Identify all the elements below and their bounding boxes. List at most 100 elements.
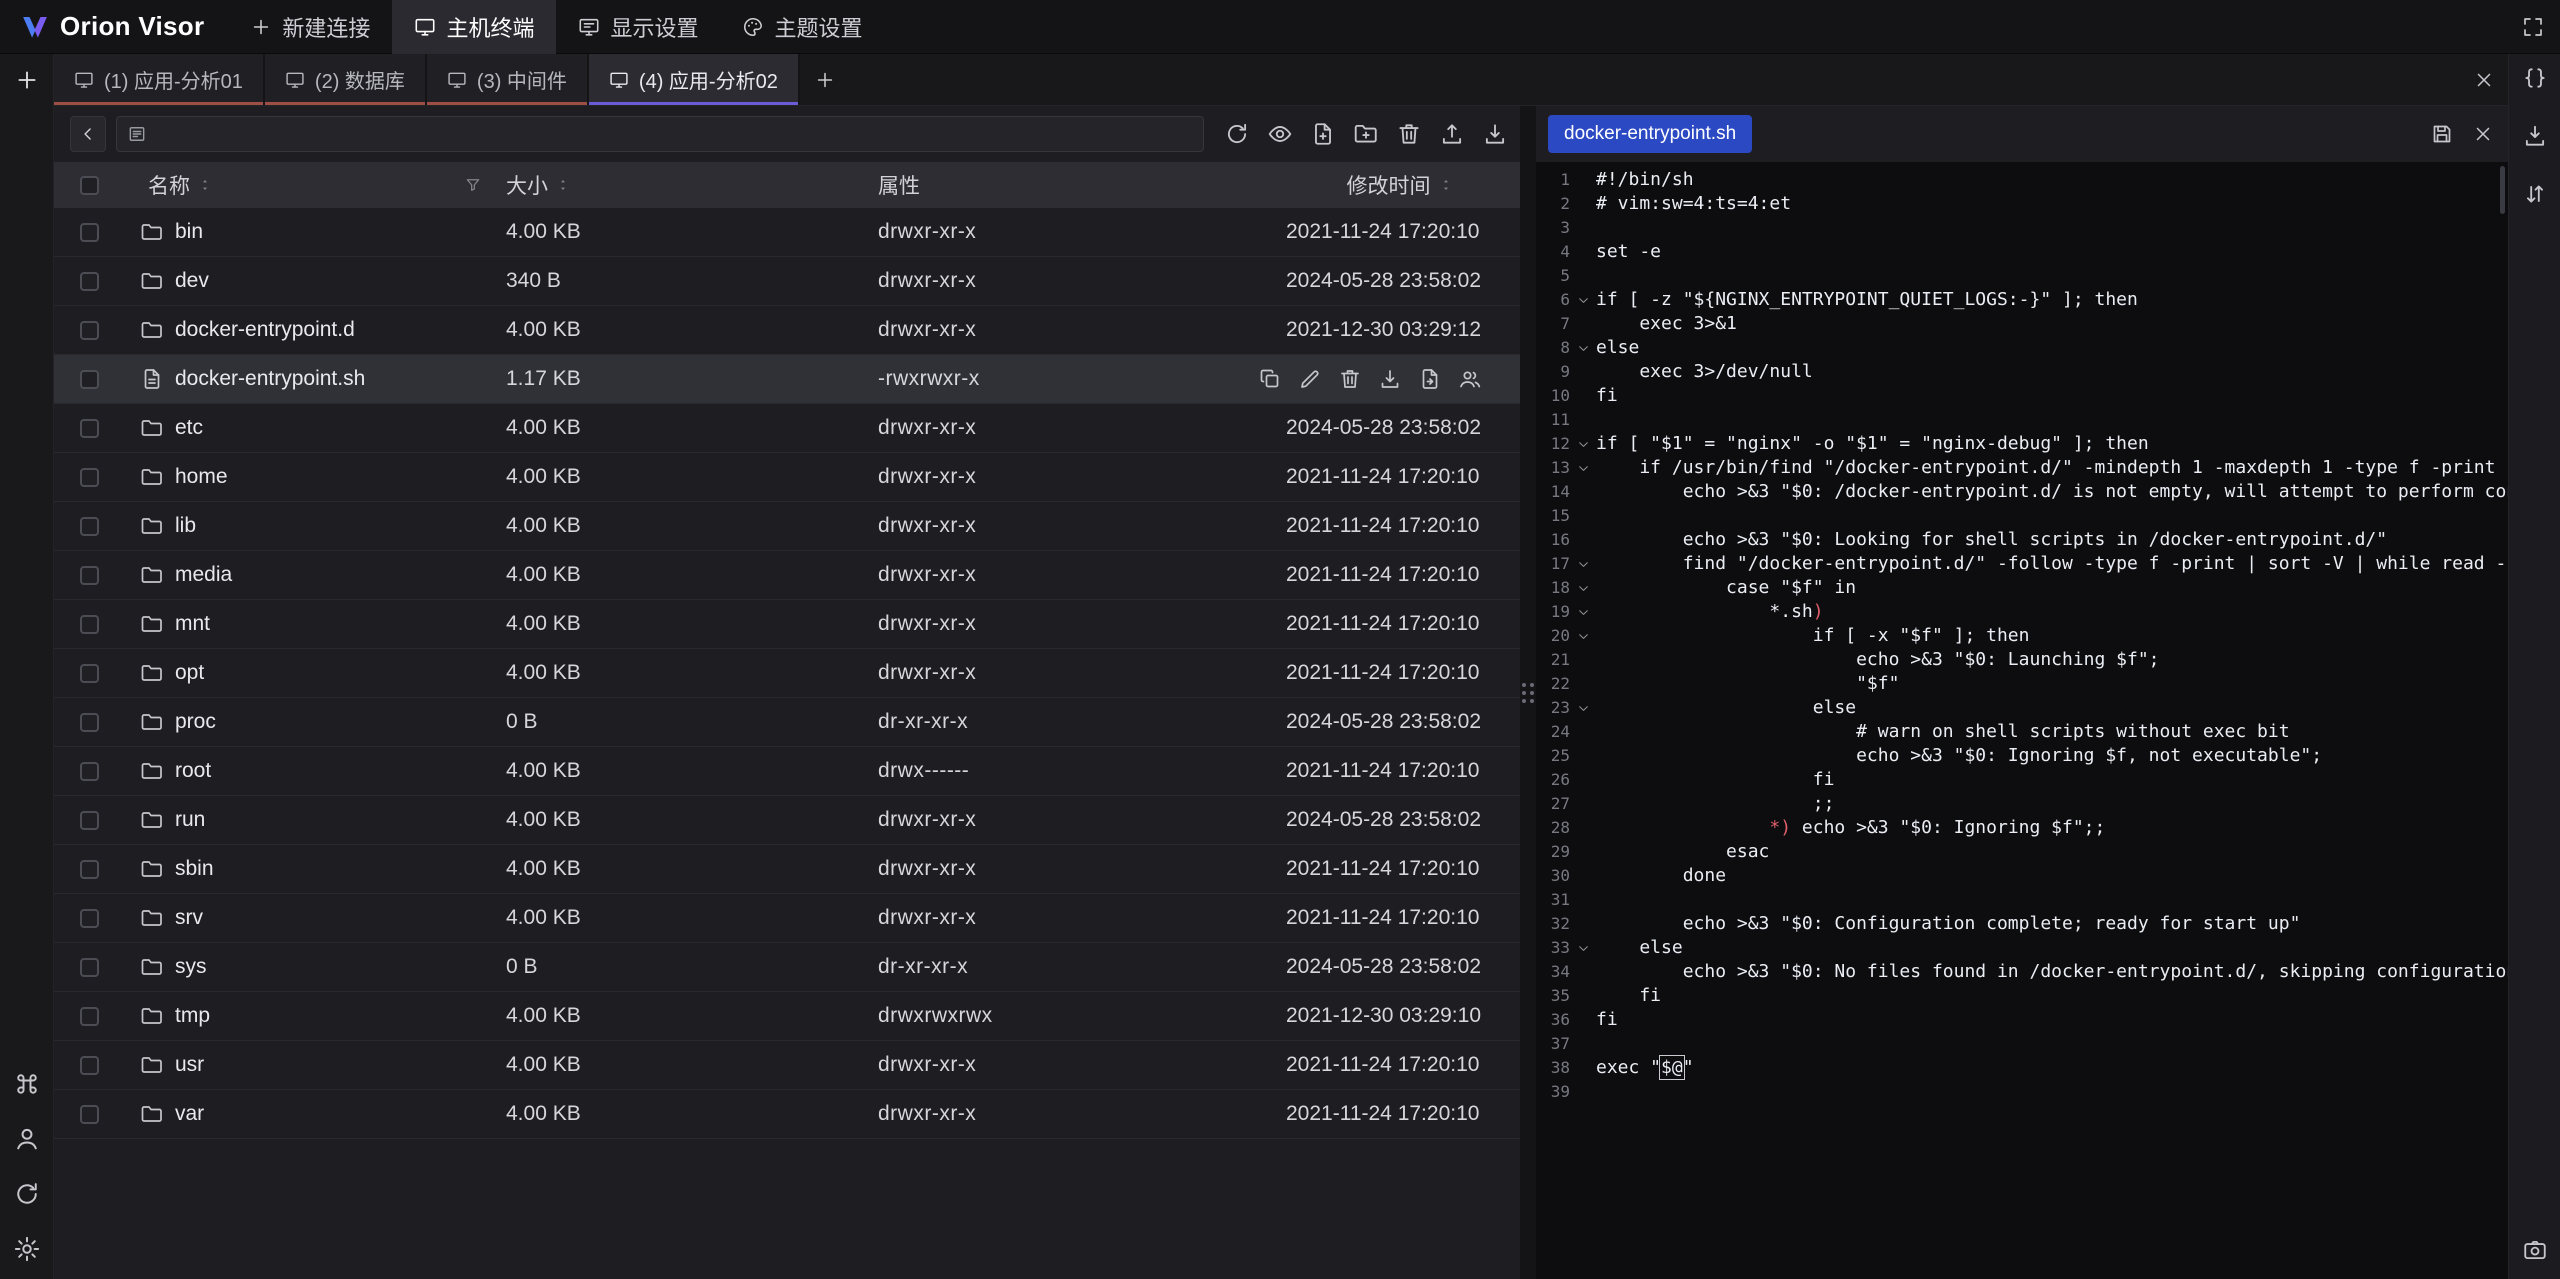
file-row[interactable]: proc 0 B dr-xr-xr-x 2024-05-28 23:58:02 (54, 698, 1520, 747)
path-input[interactable] (116, 116, 1204, 152)
new-terminal-icon[interactable] (14, 67, 40, 93)
edit-icon[interactable] (1298, 367, 1322, 391)
close-editor-icon[interactable] (2472, 123, 2494, 145)
file-row[interactable]: dev 340 B drwxr-xr-x 2024-05-28 23:58:02 (54, 257, 1520, 306)
fold-icon[interactable] (1570, 600, 1596, 624)
row-checkbox[interactable] (80, 1056, 99, 1075)
new-folder-icon[interactable] (1353, 121, 1379, 147)
file-row[interactable]: srv 4.00 KB drwxr-xr-x 2021-11-24 17:20:… (54, 894, 1520, 943)
row-checkbox[interactable] (80, 419, 99, 438)
row-checkbox[interactable] (80, 517, 99, 536)
terminal-tab[interactable]: (4) 应用-分析02 (589, 54, 800, 105)
column-header-mtime[interactable]: 修改时间 (1347, 170, 1431, 200)
sort-size-icon[interactable] (555, 177, 571, 193)
user-icon[interactable] (13, 1125, 41, 1153)
file-row[interactable]: mnt 4.00 KB drwxr-xr-x 2021-11-24 17:20:… (54, 600, 1520, 649)
file-row[interactable]: docker-entrypoint.d 4.00 KB drwxr-xr-x 2… (54, 306, 1520, 355)
editor-file-tab[interactable]: docker-entrypoint.sh (1548, 115, 1752, 153)
file-row[interactable]: lib 4.00 KB drwxr-xr-x 2021-11-24 17:20:… (54, 502, 1520, 551)
row-checkbox[interactable] (80, 909, 99, 928)
sort-name-icon[interactable] (197, 177, 213, 193)
fold-icon[interactable] (1570, 432, 1596, 456)
permission-icon[interactable] (1458, 367, 1482, 391)
upload-icon[interactable] (1439, 121, 1465, 147)
file-row[interactable]: usr 4.00 KB drwxr-xr-x 2021-11-24 17:20:… (54, 1041, 1520, 1090)
fold-icon[interactable] (1570, 288, 1596, 312)
row-checkbox[interactable] (80, 762, 99, 781)
row-checkbox[interactable] (80, 321, 99, 340)
delete-icon[interactable] (1338, 367, 1362, 391)
file-row[interactable]: run 4.00 KB drwxr-xr-x 2024-05-28 23:58:… (54, 796, 1520, 845)
row-checkbox[interactable] (80, 223, 99, 242)
swap-icon[interactable] (2522, 181, 2548, 207)
code-text: else (1596, 336, 1639, 360)
transfer-icon[interactable] (2522, 123, 2548, 149)
file-row[interactable]: media 4.00 KB drwxr-xr-x 2021-11-24 17:2… (54, 551, 1520, 600)
fold-icon[interactable] (1570, 696, 1596, 720)
row-checkbox[interactable] (80, 811, 99, 830)
row-checkbox[interactable] (80, 615, 99, 634)
row-checkbox[interactable] (80, 566, 99, 585)
refresh-icon[interactable] (1224, 121, 1250, 147)
file-row[interactable]: etc 4.00 KB drwxr-xr-x 2024-05-28 23:58:… (54, 404, 1520, 453)
panel-splitter[interactable] (1520, 106, 1536, 1279)
save-icon[interactable] (2430, 122, 2454, 146)
file-row[interactable]: home 4.00 KB drwxr-xr-x 2021-11-24 17:20… (54, 453, 1520, 502)
row-checkbox[interactable] (80, 370, 99, 389)
folder-icon (140, 661, 164, 685)
column-header-name[interactable]: 名称 (148, 170, 190, 200)
column-header-size[interactable]: 大小 (506, 170, 548, 200)
download-icon[interactable] (1378, 367, 1402, 391)
sync-icon[interactable] (13, 1180, 41, 1208)
fullscreen-icon[interactable] (2521, 15, 2545, 39)
eye-icon[interactable] (1267, 121, 1293, 147)
row-checkbox[interactable] (80, 958, 99, 977)
terminal-tab[interactable]: (2) 数据库 (265, 54, 427, 105)
fold-icon[interactable] (1570, 456, 1596, 480)
row-checkbox[interactable] (80, 860, 99, 879)
fold-icon[interactable] (1570, 552, 1596, 576)
row-checkbox[interactable] (80, 713, 99, 732)
file-row[interactable]: root 4.00 KB drwx------ 2021-11-24 17:20… (54, 747, 1520, 796)
file-row[interactable]: sys 0 B dr-xr-xr-x 2024-05-28 23:58:02 (54, 943, 1520, 992)
row-checkbox[interactable] (80, 272, 99, 291)
menu-display-settings[interactable]: 显示设置 (556, 0, 720, 54)
delete-icon[interactable] (1396, 121, 1422, 147)
row-checkbox[interactable] (80, 1105, 99, 1124)
file-attrs: drwxr-xr-x (878, 563, 976, 587)
move-icon[interactable] (1418, 367, 1442, 391)
fold-icon[interactable] (1570, 936, 1596, 960)
braces-icon[interactable] (2522, 65, 2548, 91)
sort-mtime-icon[interactable] (1438, 177, 1454, 193)
file-row[interactable]: tmp 4.00 KB drwxrwxrwx 2021-12-30 03:29:… (54, 992, 1520, 1041)
menu-new-connection[interactable]: 新建连接 (228, 0, 392, 54)
row-checkbox[interactable] (80, 468, 99, 487)
file-row[interactable]: sbin 4.00 KB drwxr-xr-x 2021-11-24 17:20… (54, 845, 1520, 894)
terminal-tab[interactable]: (3) 中间件 (427, 54, 589, 105)
filter-name-icon[interactable] (464, 176, 482, 194)
fold-icon[interactable] (1570, 576, 1596, 600)
select-all-checkbox[interactable] (80, 176, 99, 195)
file-row[interactable]: opt 4.00 KB drwxr-xr-x 2021-11-24 17:20:… (54, 649, 1520, 698)
close-panel-icon[interactable] (2473, 69, 2495, 91)
command-icon[interactable] (13, 1070, 41, 1098)
file-row[interactable]: bin 4.00 KB drwxr-xr-x 2021-11-24 17:20:… (54, 208, 1520, 257)
new-file-icon[interactable] (1310, 121, 1336, 147)
terminal-tab[interactable]: (1) 应用-分析01 (54, 54, 265, 105)
row-checkbox[interactable] (80, 1007, 99, 1026)
new-tab-button[interactable] (800, 54, 850, 105)
file-row[interactable]: docker-entrypoint.sh 1.17 KB -rwxrwxr-x (54, 355, 1520, 404)
download-icon[interactable] (1482, 121, 1508, 147)
fold-icon[interactable] (1570, 624, 1596, 648)
fold-icon[interactable] (1570, 336, 1596, 360)
line-number: 17 (1536, 552, 1570, 576)
copy-icon[interactable] (1258, 367, 1282, 391)
file-row[interactable]: var 4.00 KB drwxr-xr-x 2021-11-24 17:20:… (54, 1090, 1520, 1139)
gear-icon[interactable] (13, 1235, 41, 1263)
row-checkbox[interactable] (80, 664, 99, 683)
code-editor[interactable]: 1#!/bin/sh2# vim:sw=4:ts=4:et34set -e56i… (1536, 162, 2508, 1279)
back-button[interactable] (70, 116, 106, 152)
screen-record-icon[interactable] (2522, 1237, 2548, 1263)
menu-theme-settings[interactable]: 主题设置 (720, 0, 884, 54)
menu-host-terminal[interactable]: 主机终端 (392, 0, 556, 54)
